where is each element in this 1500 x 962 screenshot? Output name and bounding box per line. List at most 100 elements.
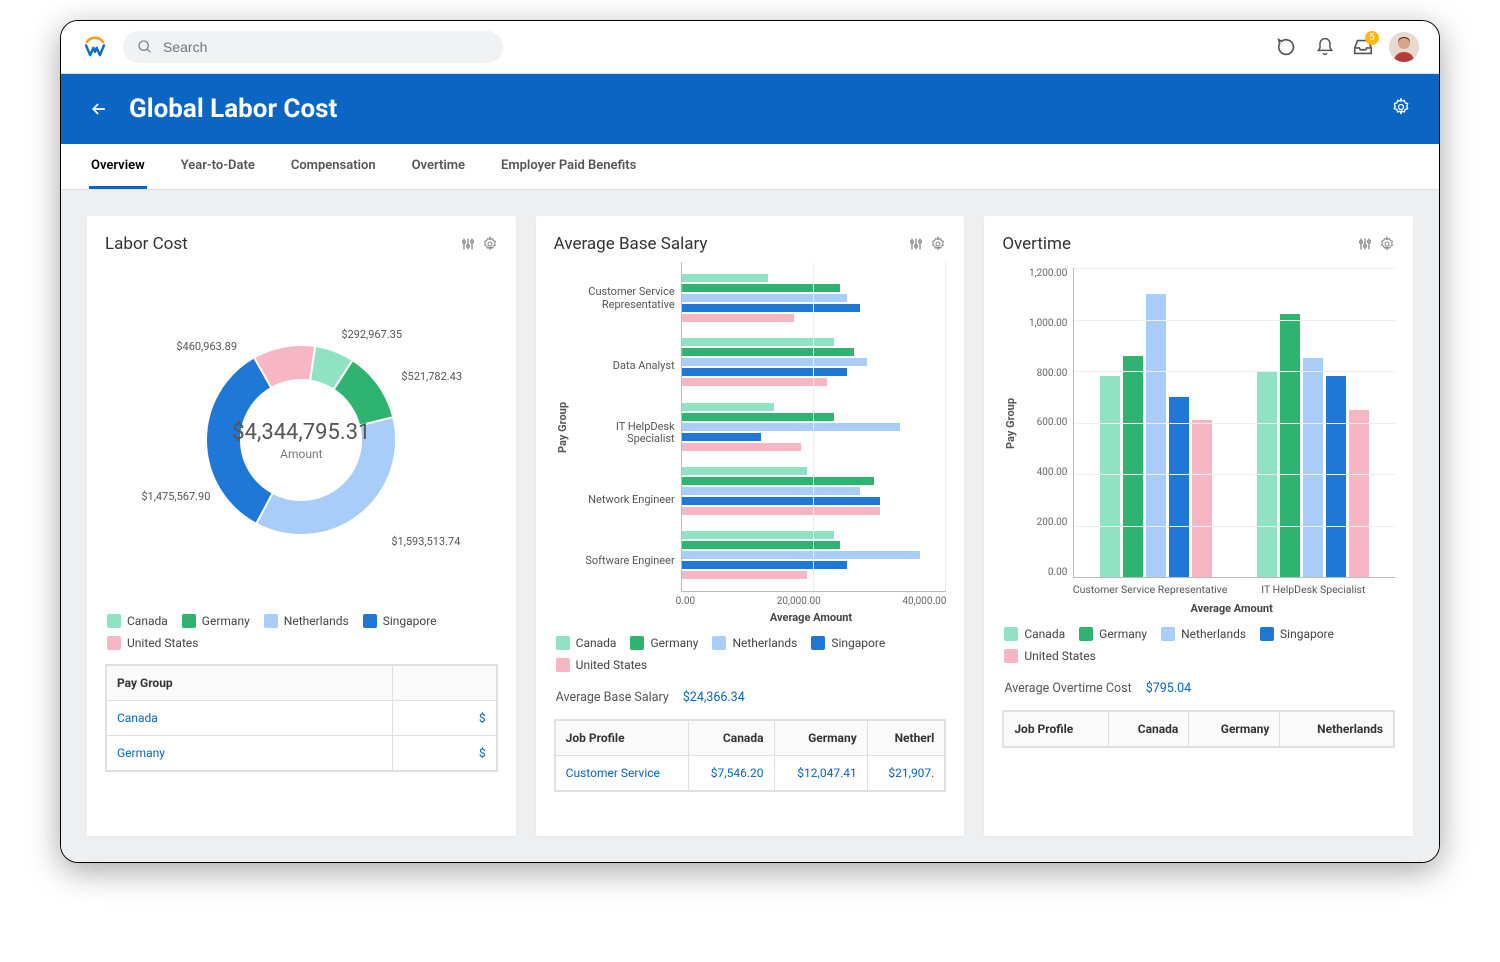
table-row[interactable]: Canada$ xyxy=(107,701,497,736)
bar[interactable] xyxy=(682,561,847,569)
gear-icon[interactable] xyxy=(1379,236,1395,252)
bar[interactable] xyxy=(682,551,920,559)
gear-icon[interactable] xyxy=(482,236,498,252)
bar[interactable] xyxy=(682,531,834,539)
bar[interactable] xyxy=(682,348,854,356)
chat-icon[interactable] xyxy=(1275,35,1299,59)
bar[interactable] xyxy=(682,497,881,505)
bar[interactable] xyxy=(682,304,861,312)
notifications-icon[interactable] xyxy=(1313,35,1337,59)
filter-icon[interactable] xyxy=(1357,236,1373,252)
bar[interactable] xyxy=(682,274,768,282)
legend-item[interactable]: United States xyxy=(1004,649,1095,663)
bar[interactable] xyxy=(1326,376,1346,577)
legend-item[interactable]: Germany xyxy=(182,614,250,628)
row-value[interactable]: $ xyxy=(393,736,497,771)
bar[interactable] xyxy=(682,571,808,579)
bar[interactable] xyxy=(682,378,828,386)
col-header[interactable]: Job Profile xyxy=(1004,712,1108,747)
bar[interactable] xyxy=(1257,371,1277,577)
bar[interactable] xyxy=(682,413,834,421)
tick-label: 40,000.00 xyxy=(902,596,946,607)
legend-item[interactable]: Netherlands xyxy=(712,636,797,650)
bar[interactable] xyxy=(682,443,801,451)
legend-item[interactable]: Germany xyxy=(1079,627,1147,641)
legend-item[interactable]: Netherlands xyxy=(264,614,349,628)
col-header[interactable]: Pay Group xyxy=(107,666,393,701)
bar[interactable] xyxy=(682,467,808,475)
table-row[interactable]: Customer Service$7,546.20$12,047.41$21,9… xyxy=(555,756,945,791)
bar[interactable] xyxy=(682,433,761,441)
col-header[interactable]: Canada xyxy=(689,721,774,756)
search-box[interactable] xyxy=(123,31,503,63)
row-value[interactable]: $ xyxy=(393,701,497,736)
tab-overtime[interactable]: Overtime xyxy=(410,144,467,189)
legend-item[interactable]: Singapore xyxy=(811,636,885,650)
bar[interactable] xyxy=(682,338,834,346)
bar[interactable] xyxy=(1123,356,1143,577)
legend-item[interactable]: Netherlands xyxy=(1161,627,1246,641)
avatar[interactable] xyxy=(1389,32,1419,62)
tab-compensation[interactable]: Compensation xyxy=(289,144,378,189)
summary-label: Average Base Salary xyxy=(556,690,669,705)
row-label[interactable]: Canada xyxy=(107,701,393,736)
workday-logo-icon[interactable] xyxy=(81,33,109,61)
bar[interactable] xyxy=(682,403,775,411)
bar[interactable] xyxy=(1100,376,1120,577)
row-label[interactable]: Germany xyxy=(107,736,393,771)
bar[interactable] xyxy=(682,507,881,515)
back-button[interactable] xyxy=(89,99,109,119)
legend-item[interactable]: United States xyxy=(107,636,198,650)
tab-employer-paid-benefits[interactable]: Employer Paid Benefits xyxy=(499,144,638,189)
filter-icon[interactable] xyxy=(908,236,924,252)
row-value[interactable]: $7,546.20 xyxy=(689,756,774,791)
row-value[interactable]: $21,907. xyxy=(867,756,945,791)
table-row[interactable]: Germany$ xyxy=(107,736,497,771)
col-header[interactable] xyxy=(393,666,497,701)
col-header[interactable]: Netherl xyxy=(867,721,945,756)
bar[interactable] xyxy=(682,368,847,376)
legend-item[interactable]: United States xyxy=(556,658,647,672)
category-label: IT HelpDesk Specialist xyxy=(1232,578,1395,596)
bar[interactable] xyxy=(682,477,874,485)
legend-item[interactable]: Singapore xyxy=(1260,627,1334,641)
legend-swatch xyxy=(1004,649,1018,663)
row-value[interactable]: $12,047.41 xyxy=(774,756,867,791)
inbox-icon[interactable]: 5 xyxy=(1351,35,1375,59)
avg-salary-table: Job ProfileCanadaGermanyNetherlCustomer … xyxy=(554,719,947,792)
card-title: Labor Cost xyxy=(105,234,188,254)
col-header[interactable]: Job Profile xyxy=(555,721,688,756)
bar[interactable] xyxy=(1169,397,1189,577)
bar[interactable] xyxy=(1303,358,1323,577)
category-label: IT HelpDesk Specialist xyxy=(571,421,675,446)
bar[interactable] xyxy=(682,487,861,495)
bar[interactable] xyxy=(682,314,794,322)
bar[interactable] xyxy=(682,294,847,302)
bar[interactable] xyxy=(1192,420,1212,577)
tab-overview[interactable]: Overview xyxy=(89,144,147,189)
legend-label: Canada xyxy=(1024,627,1065,641)
legend-item[interactable]: Canada xyxy=(1004,627,1065,641)
col-header[interactable]: Germany xyxy=(1189,712,1280,747)
page-settings-icon[interactable] xyxy=(1391,97,1411,121)
filter-icon[interactable] xyxy=(460,236,476,252)
bar[interactable] xyxy=(1280,314,1300,577)
tab-year-to-date[interactable]: Year-to-Date xyxy=(179,144,257,189)
legend-item[interactable]: Canada xyxy=(556,636,617,650)
legend-item[interactable]: Singapore xyxy=(363,614,437,628)
search-input[interactable] xyxy=(161,38,489,56)
col-header[interactable]: Canada xyxy=(1108,712,1189,747)
bar[interactable] xyxy=(682,284,841,292)
gear-icon[interactable] xyxy=(930,236,946,252)
labor-cost-donut: $4,344,795.31 Amount $292,967.35$521,782… xyxy=(151,290,451,590)
col-header[interactable]: Netherlands xyxy=(1280,712,1394,747)
legend-item[interactable]: Germany xyxy=(630,636,698,650)
legend-item[interactable]: Canada xyxy=(107,614,168,628)
col-header[interactable]: Germany xyxy=(774,721,867,756)
bar[interactable] xyxy=(682,423,900,431)
bar[interactable] xyxy=(682,541,841,549)
bar[interactable] xyxy=(682,358,867,366)
row-label[interactable]: Customer Service xyxy=(555,756,688,791)
bar[interactable] xyxy=(1349,410,1369,577)
bar[interactable] xyxy=(1146,294,1166,577)
